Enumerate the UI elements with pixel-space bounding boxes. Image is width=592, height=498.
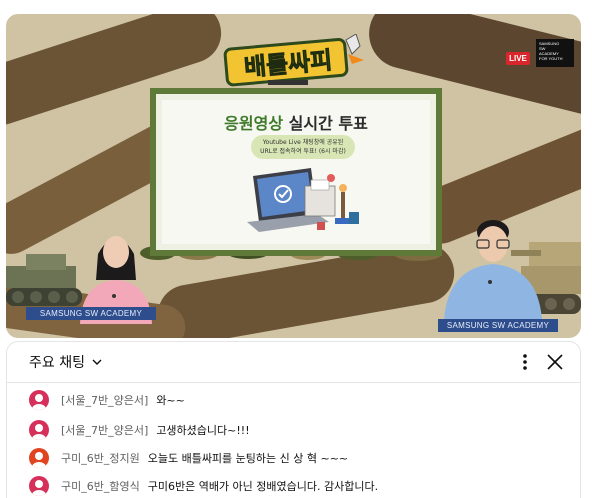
chat-author[interactable]: 구미_6반_정지원 bbox=[61, 450, 140, 466]
user-avatar[interactable] bbox=[29, 476, 49, 496]
academy-corner-logo: SAMSUNG SW ACADEMY FOR YOUTH bbox=[536, 39, 574, 67]
nameplate-right: SAMSUNG SW ACADEMY bbox=[438, 319, 558, 332]
voting-illustration bbox=[247, 162, 367, 240]
chat-message: 구미_6반_함영식 구미6반은 역배가 아닌 정배였습니다. 감사합니다. bbox=[29, 474, 378, 498]
host-right bbox=[438, 210, 548, 320]
live-video-player[interactable]: 배틀싸피 LIVE SAMSUNG SW ACADEMY FOR YOUTH 응원영상… bbox=[6, 14, 581, 338]
nameplate-left: SAMSUNG SW ACADEMY bbox=[26, 307, 156, 320]
board-pill-line1: Youtube Live 채팅창에 공유된 bbox=[262, 139, 344, 146]
live-badge: LIVE bbox=[506, 52, 530, 65]
chat-author[interactable]: [서울_7반_양은서] bbox=[61, 422, 148, 438]
chat-author[interactable]: [서울_7반_양은서] bbox=[61, 392, 148, 408]
chat-mode-label: 주요 채팅 bbox=[29, 355, 85, 371]
chat-message: [서울_7반_양은서] 고생하셨습니다~!!! bbox=[29, 418, 250, 442]
board-title-rest: 실시간 투표 bbox=[288, 114, 368, 133]
chat-message: 구미_6반_정지원 오늘도 배틀싸피를 눈팅하는 신 상 혁 ~~~ bbox=[29, 446, 348, 470]
live-chat-panel: 주요 채팅 [서울_7반_양은서] 와~~ [서울_7반_양은서] 고생하셨습니… bbox=[6, 341, 581, 498]
chevron-down-icon bbox=[92, 359, 102, 365]
more-vert-icon bbox=[523, 354, 527, 370]
close-icon bbox=[547, 354, 563, 370]
user-avatar[interactable] bbox=[29, 420, 49, 440]
board-pill-line2: URL로 접속하여 투표! (6시 마감) bbox=[260, 148, 346, 155]
board-instruction-pill: Youtube Live 채팅창에 공유된 URL로 접속하여 투표! (6시 … bbox=[251, 135, 355, 159]
chat-mode-dropdown[interactable]: 주요 채팅 bbox=[29, 352, 103, 372]
chat-text: 고생하셨습니다~!!! bbox=[156, 424, 250, 437]
chat-text: 오늘도 배틀싸피를 눈팅하는 신 상 혁 ~~~ bbox=[147, 452, 349, 465]
user-avatar[interactable] bbox=[29, 448, 49, 468]
chat-header: 주요 채팅 bbox=[7, 342, 580, 383]
user-avatar[interactable] bbox=[29, 390, 49, 410]
more-options-button[interactable] bbox=[513, 350, 537, 374]
board-title: 응원영상 실시간 투표 bbox=[162, 110, 430, 134]
vote-announcement-board: 응원영상 실시간 투표 Youtube Live 채팅창에 공유된 URL로 접… bbox=[150, 88, 442, 256]
chat-author[interactable]: 구미_6반_함영식 bbox=[61, 478, 140, 494]
chat-text: 와~~ bbox=[156, 394, 185, 407]
chat-text: 구미6반은 역배가 아닌 정배였습니다. 감사합니다. bbox=[147, 480, 379, 493]
battle-ssafy-logo: 배틀싸피 bbox=[218, 33, 368, 88]
board-title-highlight: 응원영상 bbox=[224, 114, 284, 133]
chat-message: [서울_7반_양은서] 와~~ bbox=[29, 388, 185, 412]
close-chat-button[interactable] bbox=[543, 350, 567, 374]
